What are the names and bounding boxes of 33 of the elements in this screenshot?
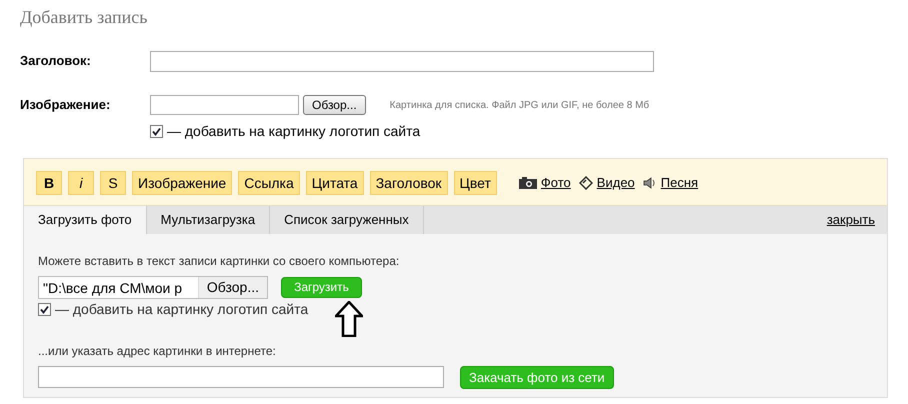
speaker-icon [642,177,657,189]
format-button[interactable]: Изображение [132,171,232,195]
url-intro-text: ...или указать адрес картинки в интернете: [38,342,277,360]
field-label: Изображение: [20,96,112,114]
format-button[interactable]: Заголовок [370,171,448,195]
format-button[interactable]: i [68,171,94,195]
close-link[interactable]: закрыть [814,206,887,234]
field-label: Заголовок: [20,52,92,70]
format-button[interactable]: S [100,171,126,195]
checkbox-label: — добавить на картинку логотип сайта [167,122,420,141]
file-field[interactable]: "D:\все для СМ\мои р Обзор... [38,276,268,298]
browse-button[interactable]: Обзор... [198,276,267,298]
format-button[interactable]: Ссылка [238,171,300,195]
format-button[interactable]: B [36,171,62,195]
tab[interactable]: Загрузить фото [24,206,147,234]
intro-text: Можете вставить в текст записи картинки со своего компьютера: [38,252,400,270]
media-link[interactable]: Видео [596,173,635,193]
file-field[interactable] [150,95,299,115]
camera-icon [518,177,537,189]
title-field[interactable] [150,51,654,72]
arrow-icon [335,300,363,336]
browse-button[interactable]: Обзор... [303,95,366,115]
url-field[interactable] [38,366,444,388]
media-link[interactable]: Песня [660,173,698,193]
format-button[interactable]: Цвет [454,171,497,195]
video-icon [578,176,593,190]
checkbox[interactable] [38,302,51,316]
media-link[interactable]: Фото [540,173,571,193]
checkbox[interactable] [150,125,163,138]
page-title: Добавить запись [20,6,148,29]
format-button[interactable]: Цитата [306,171,364,195]
checkbox-label: — добавить на картинку логотип сайта [55,300,308,319]
hint-text: Картинка для списка. Файл JPG или GIF, не более 8 Мб [390,98,650,112]
